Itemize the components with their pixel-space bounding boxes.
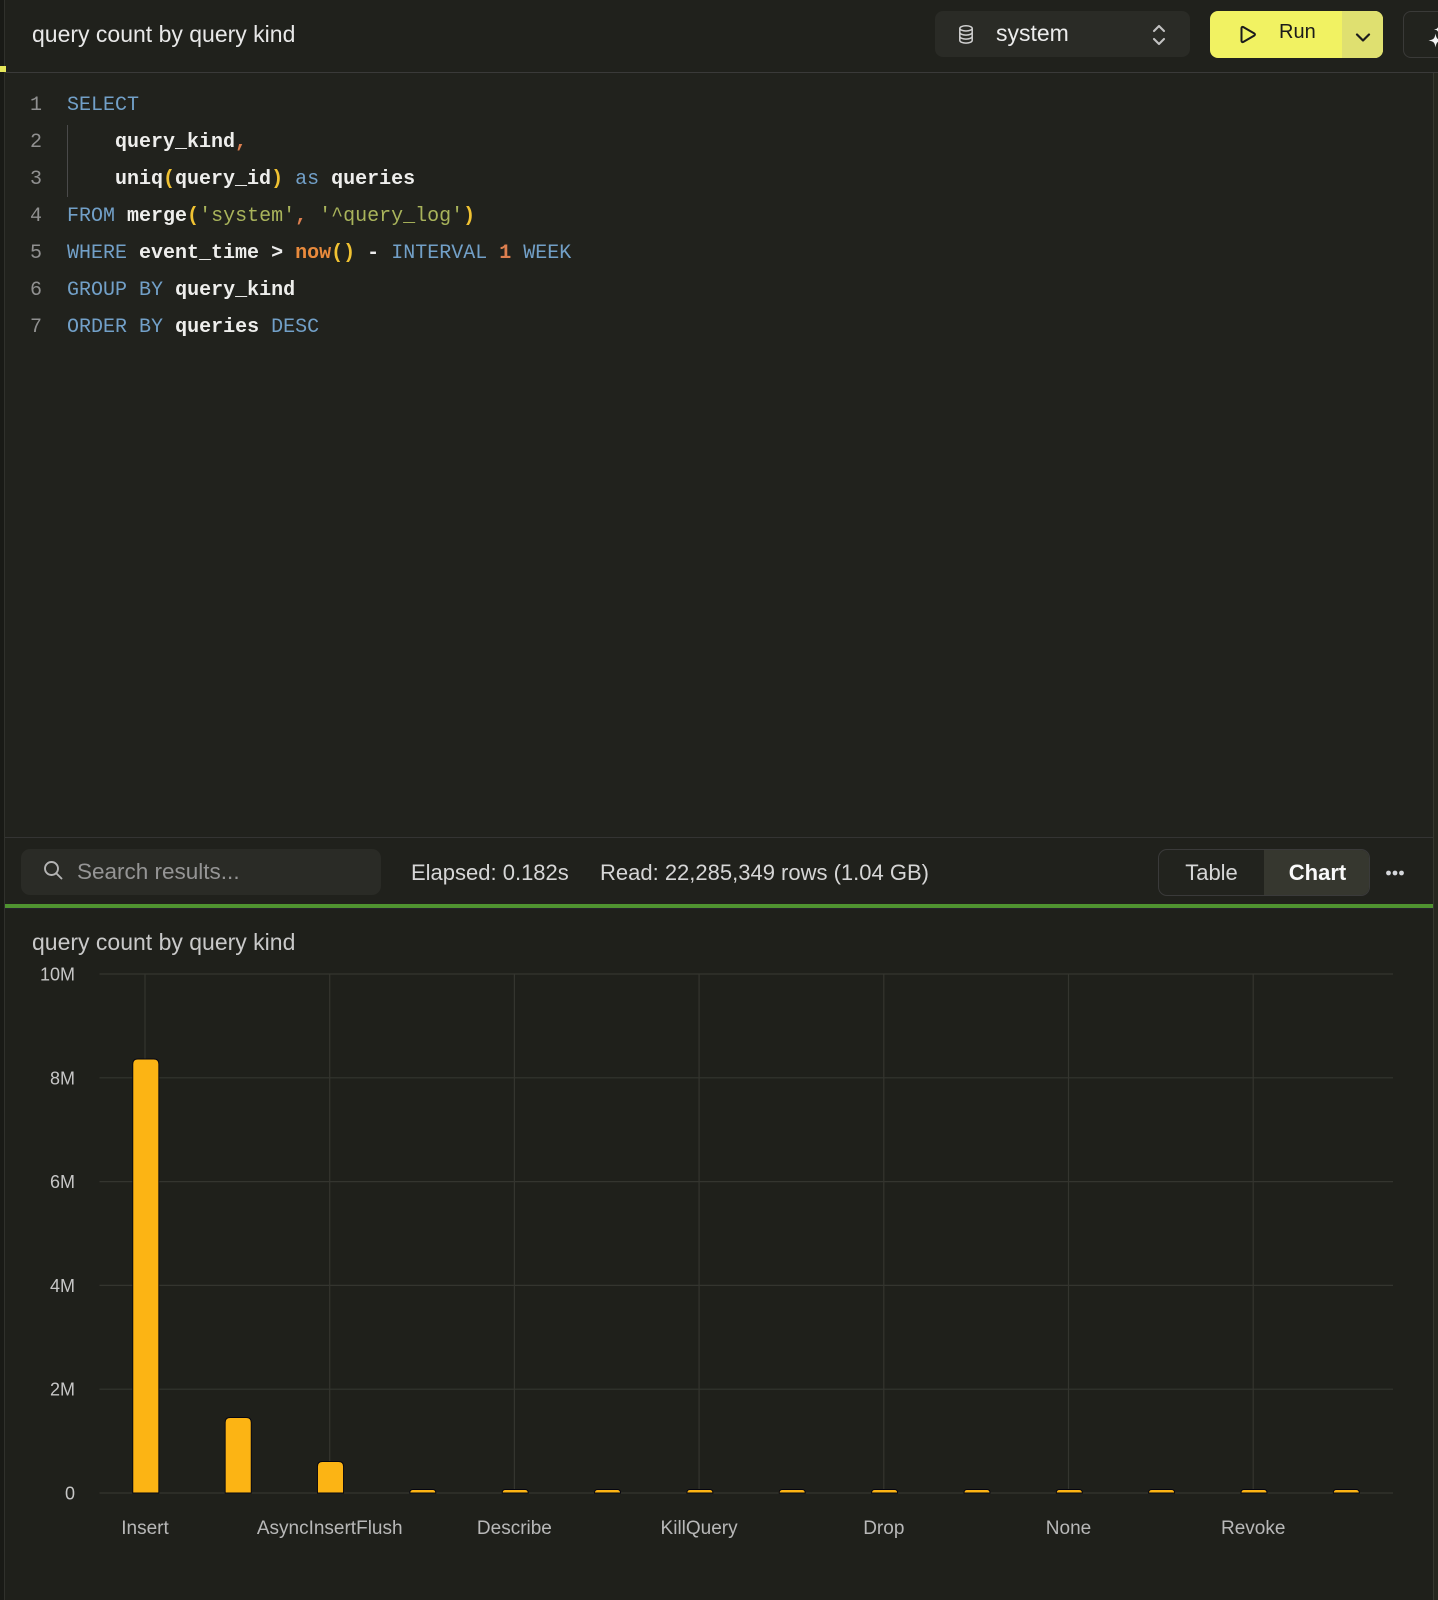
svg-text:KillQuery: KillQuery — [661, 1518, 739, 1539]
svg-text:2M: 2M — [50, 1380, 75, 1400]
svg-text:Drop: Drop — [863, 1518, 904, 1539]
svg-text:0: 0 — [65, 1484, 75, 1504]
svg-text:4M: 4M — [50, 1276, 75, 1296]
svg-text:Describe: Describe — [477, 1518, 552, 1539]
svg-text:6M: 6M — [50, 1172, 75, 1192]
svg-text:AsyncInsertFlush: AsyncInsertFlush — [257, 1518, 403, 1539]
svg-text:Insert: Insert — [121, 1518, 169, 1539]
svg-text:Revoke: Revoke — [1221, 1518, 1285, 1539]
svg-text:None: None — [1046, 1518, 1091, 1539]
svg-text:10M: 10M — [40, 965, 75, 985]
svg-text:8M: 8M — [50, 1068, 75, 1088]
